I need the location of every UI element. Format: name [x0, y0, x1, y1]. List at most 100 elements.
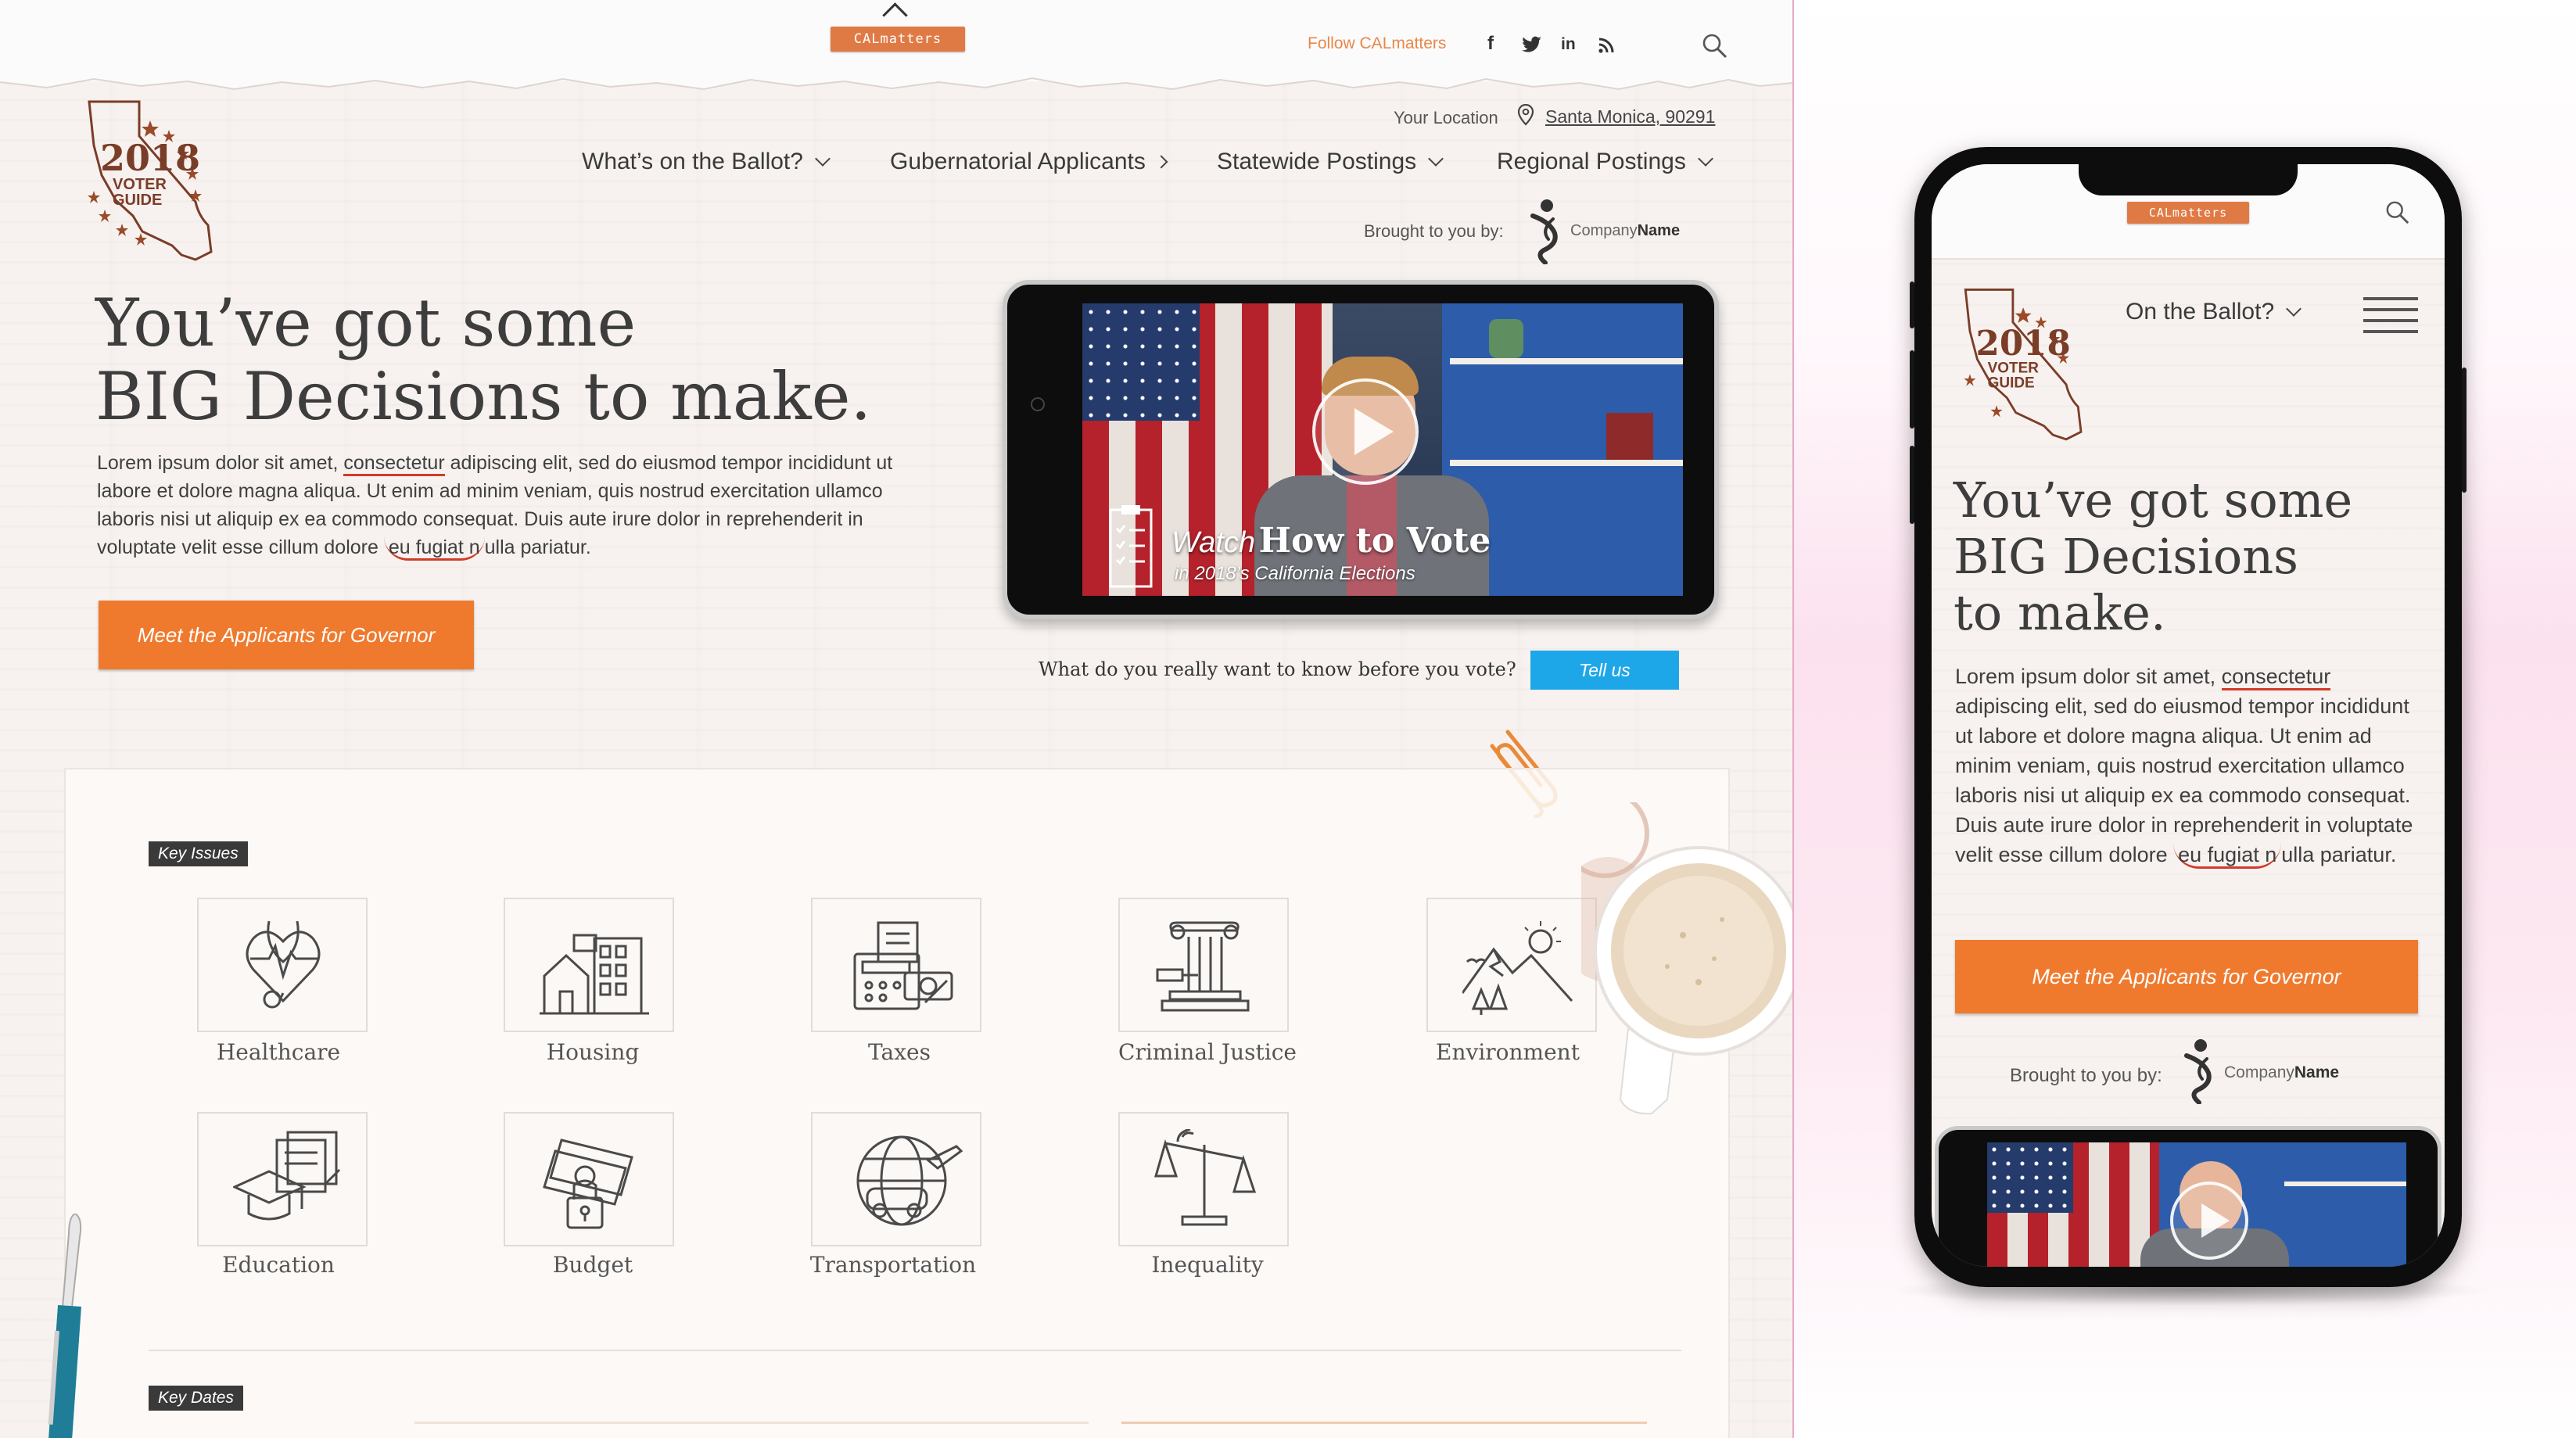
play-icon[interactable]: [1312, 378, 1419, 485]
circled-word: eu fugiat n: [383, 536, 485, 561]
follow-label[interactable]: Follow CALmatters: [1308, 34, 1446, 53]
issue-tile-education[interactable]: [197, 1112, 368, 1246]
company-name-bold: Name: [1637, 222, 1681, 239]
svg-text:VOTER: VOTER: [1988, 360, 2040, 377]
body-text: Lorem ipsum dolor sit amet,: [97, 452, 344, 474]
mobile-play-icon[interactable]: [2170, 1182, 2248, 1260]
issue-tile-inequality[interactable]: [1118, 1112, 1289, 1246]
company-name-light: Company: [1570, 222, 1638, 239]
environment-icon: [1462, 921, 1573, 1015]
how-to-vote-word: How to Vote: [1258, 521, 1491, 561]
title-line-1: You’ve got some: [1954, 472, 2353, 529]
svg-text:2018: 2018: [1976, 324, 2071, 364]
issue-label: Criminal Justice: [1118, 1039, 1297, 1065]
flag-stars: [1082, 303, 1200, 421]
mobile-calmatters-logo[interactable]: CALmatters: [2127, 202, 2249, 224]
issue-label: Healthcare: [216, 1039, 341, 1065]
svg-text:VOTER: VOTER: [113, 176, 167, 193]
nav-label: What’s on the Ballot?: [582, 149, 803, 174]
meet-applicants-button[interactable]: Meet the Applicants for Governor: [99, 601, 474, 669]
chevron-down-icon: [1428, 151, 1444, 167]
mobile-voter-guide-logo[interactable]: 2018 VOTER GUIDE: [1955, 280, 2096, 452]
mobile-video-frame: [1987, 1142, 2406, 1267]
issue-label: Environment: [1436, 1039, 1580, 1065]
phone-notch: [2079, 164, 2298, 195]
criminal-justice-icon: [1156, 921, 1250, 1012]
body-text: ulla pariatur.: [2281, 843, 2397, 866]
dates-card: [414, 1422, 1089, 1438]
chevron-down-icon: [1697, 151, 1713, 167]
chevron-right-icon: [1154, 155, 1168, 169]
taxes-icon: [853, 921, 953, 1010]
issue-label: Inequality: [1151, 1252, 1264, 1278]
mobile-nav-dropdown[interactable]: On the Ballot?: [2126, 299, 2302, 325]
tell-us-button[interactable]: Tell us: [1530, 651, 1679, 690]
mobile-screen: CALmatters 2018 VOTER GUIDE On the Ballo…: [1932, 164, 2445, 1267]
issue-label: Education: [222, 1252, 335, 1278]
rss-icon[interactable]: [1598, 38, 1614, 56]
mobile-nav-label: On the Ballot?: [2126, 299, 2275, 325]
linkedin-icon[interactable]: in: [1561, 35, 1576, 54]
mobile-company-logo[interactable]: CompanyName: [2180, 1038, 2352, 1109]
circled-word: eu fugiat n: [2173, 843, 2282, 869]
issue-tile-environment[interactable]: [1426, 898, 1597, 1032]
issue-tile-taxes[interactable]: [811, 898, 981, 1032]
mobile-video-player[interactable]: [1935, 1126, 2441, 1267]
issue-tile-budget[interactable]: [504, 1112, 674, 1246]
torn-paper-edge: [0, 72, 1792, 91]
key-issues-card: [64, 768, 1730, 1438]
nav-statewide-postings[interactable]: Statewide Postings: [1217, 149, 1444, 175]
company-figure-icon: [1530, 199, 1558, 265]
svg-text:2018: 2018: [100, 137, 200, 179]
issue-tile-healthcare[interactable]: [197, 898, 368, 1032]
decor-books: [1606, 413, 1653, 460]
location-value[interactable]: Santa Monica, 90291: [1545, 106, 1715, 127]
housing-icon: [540, 934, 649, 1015]
video-player[interactable]: Watch How to Vote in 2018’s California E…: [1003, 280, 1719, 619]
nav-label: Statewide Postings: [1217, 149, 1417, 174]
phone-side-button: [2462, 368, 2467, 493]
healthcare-icon: [246, 920, 321, 1009]
nav-whats-on-ballot[interactable]: What’s on the Ballot?: [582, 149, 831, 175]
video-title: Watch How to Vote: [1171, 521, 1491, 561]
nav-label: Gubernatorial Applicants: [890, 149, 1146, 174]
mobile-meet-applicants-button[interactable]: Meet the Applicants for Governor: [1955, 940, 2418, 1013]
body-text: adipiscing elit, sed do eiusmod tempor i…: [1955, 694, 2413, 866]
title-line-2: BIG Decisions to make.: [95, 358, 872, 436]
calmatters-logo[interactable]: CALmatters: [831, 27, 965, 52]
title-line-1: You’ve got some: [95, 285, 637, 361]
question-text: What do you really want to know before y…: [1039, 658, 1516, 680]
nav-regional-postings[interactable]: Regional Postings: [1497, 149, 1713, 175]
hamburger-menu-icon[interactable]: [2363, 297, 2418, 335]
transportation-icon: [856, 1135, 963, 1226]
issue-tile-transportation[interactable]: [811, 1112, 981, 1246]
location-pin-icon: [1517, 103, 1534, 129]
twitter-icon[interactable]: [1522, 36, 1542, 56]
key-issues-tag: Key Issues: [149, 841, 248, 866]
issue-tile-housing[interactable]: [504, 898, 674, 1032]
key-dates-tag: Key Dates: [149, 1386, 243, 1411]
facebook-icon[interactable]: f: [1487, 33, 1494, 55]
nav-gubernatorial-applicants[interactable]: Gubernatorial Applicants: [890, 149, 1168, 175]
voter-guide-logo[interactable]: 2018 VOTER GUIDE: [78, 99, 227, 266]
search-icon[interactable]: [1702, 33, 1728, 63]
mobile-hero-paragraph: Lorem ipsum dolor sit amet, consectetur …: [1955, 662, 2421, 870]
budget-icon: [543, 1139, 633, 1229]
sponsor-label: Brought to you by:: [1364, 221, 1504, 241]
company-name-light: Company: [2224, 1063, 2294, 1081]
nav-label: Regional Postings: [1497, 149, 1686, 174]
issue-tile-criminal-justice[interactable]: [1118, 898, 1289, 1032]
chevron-down-icon: [2286, 301, 2302, 317]
company-logo[interactable]: CompanyName: [1527, 199, 1699, 265]
issue-label: Housing: [546, 1039, 640, 1065]
location-label: Your Location: [1394, 108, 1498, 127]
body-text: Lorem ipsum dolor sit amet,: [1955, 665, 2222, 688]
svg-text:GUIDE: GUIDE: [1988, 375, 2035, 391]
title-line-3: to make.: [1954, 584, 2166, 641]
education-icon: [233, 1131, 341, 1221]
mobile-search-icon[interactable]: [2385, 200, 2410, 228]
clipboard-icon: [1107, 504, 1154, 590]
issue-label: Taxes: [868, 1039, 931, 1065]
coffee-cup-decoration: [1556, 789, 1792, 1142]
video-frame: Watch How to Vote in 2018’s California E…: [1082, 303, 1683, 596]
